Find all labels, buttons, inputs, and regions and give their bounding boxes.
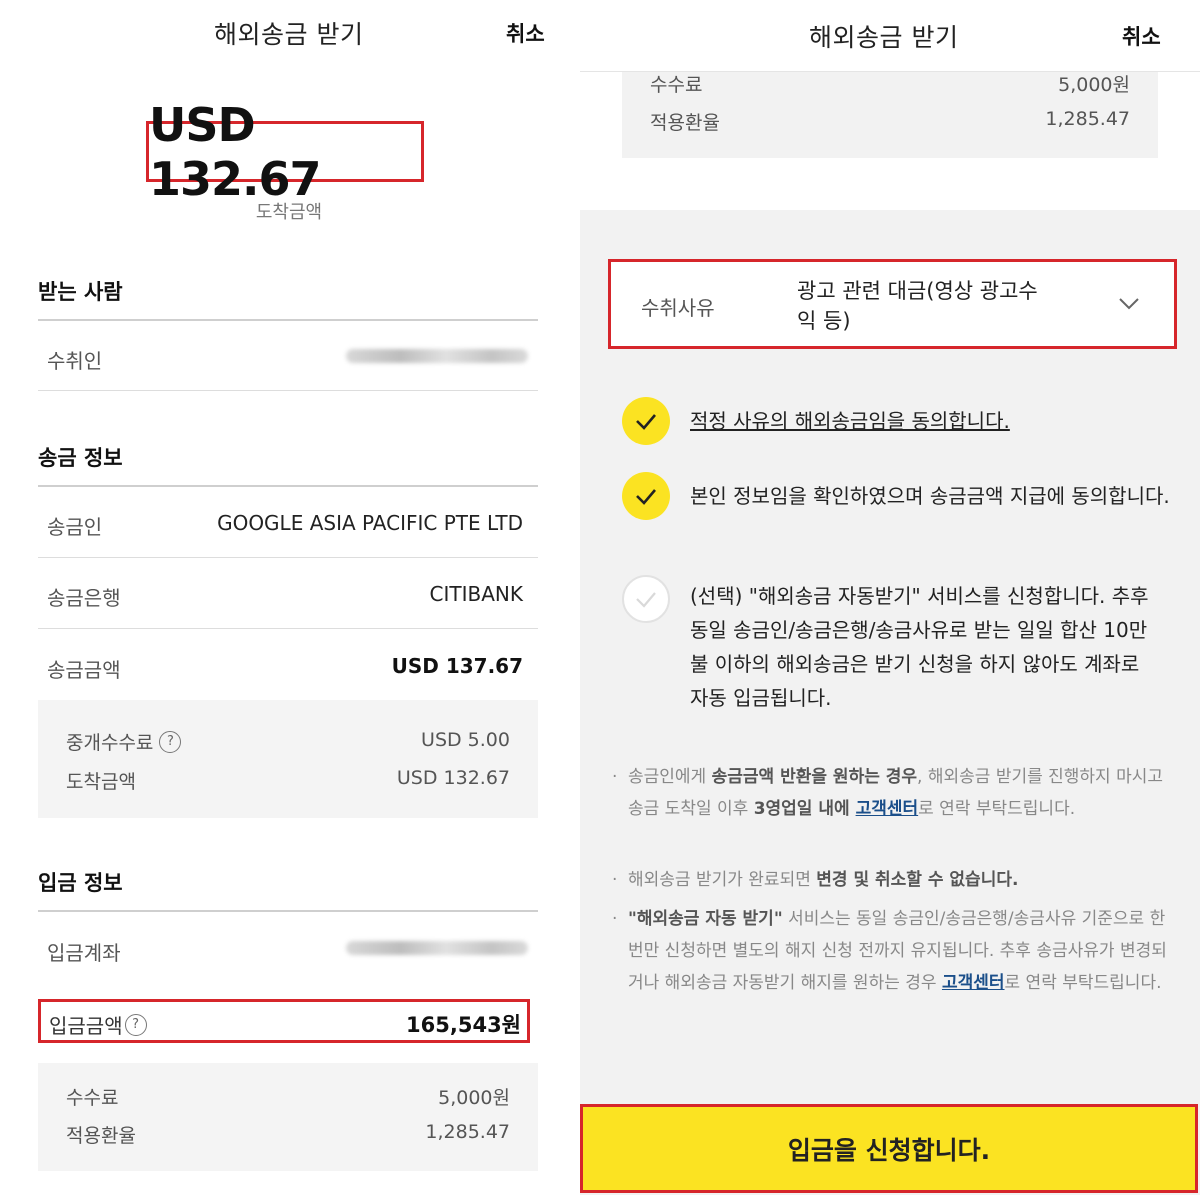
intermediary-fee-label: 중개수수료 ? <box>66 728 182 755</box>
cancel-button[interactable]: 취소 <box>1122 21 1161 51</box>
deposit-amount-highlight: 입금금액 ? 165,543원 <box>38 999 530 1043</box>
divider <box>38 390 538 391</box>
check-icon <box>636 592 656 608</box>
page-title: 해외송금 받기 <box>214 20 364 49</box>
agree-text-1[interactable]: 적정 사유의 해외송금임을 동의합니다. <box>690 404 1170 438</box>
fee-value: 5,000원 <box>438 1087 510 1109</box>
submit-deposit-label: 입금을 신청합니다. <box>787 1135 991 1165</box>
transfer-amount-value: USD 137.67 <box>391 654 523 678</box>
intermediary-fee-value: USD 5.00 <box>421 729 510 751</box>
agree-checkbox-3[interactable] <box>622 575 670 623</box>
payee-label: 수취인 <box>47 349 103 373</box>
receiver-section-title: 받는 사람 <box>38 280 123 304</box>
question-circle-icon[interactable]: ? <box>124 1013 147 1036</box>
agree-checkbox-2[interactable] <box>622 472 670 520</box>
question-circle-icon[interactable]: ? <box>159 730 182 753</box>
fee-value: 5,000원 <box>1058 74 1130 96</box>
deposit-account-blurred <box>346 941 528 955</box>
customer-center-link[interactable]: 고객센터 <box>942 973 1005 993</box>
divider <box>38 910 538 912</box>
sender-label: 송금인 <box>47 515 103 539</box>
payee-name-blurred <box>346 349 528 363</box>
header: 해외송금 받기 취소 <box>580 0 1200 72</box>
arrival-label: 도착금액 <box>66 771 136 793</box>
divider <box>38 485 538 487</box>
sender-value: GOOGLE ASIA PACIFIC PTE LTD <box>217 511 523 535</box>
customer-center-link[interactable]: 고객센터 <box>856 799 919 819</box>
arrival-amount: USD 132.67 <box>149 97 322 206</box>
deposit-amount-value: 165,543원 <box>406 1013 521 1037</box>
chevron-down-icon <box>1119 298 1139 310</box>
page-title: 해외송금 받기 <box>809 23 959 52</box>
cancel-button[interactable]: 취소 <box>506 18 545 48</box>
transfer-amount-label: 송금금액 <box>47 658 121 682</box>
reason-select[interactable]: 수취사유 광고 관련 대금(영상 광고수익 등) <box>608 259 1177 349</box>
deposit-section-title: 입금 정보 <box>38 871 123 895</box>
note-refund: 송금인에게 송금금액 반환을 원하는 경우, 해외송금 받기를 진행하지 마시고… <box>612 761 1172 825</box>
divider <box>38 557 538 558</box>
fee-label: 수수료 <box>650 74 703 96</box>
check-icon <box>636 414 656 430</box>
reason-value: 광고 관련 대금(영상 광고수익 등) <box>797 279 1038 333</box>
check-icon <box>636 489 656 505</box>
exchange-rate-value: 1,285.47 <box>1045 108 1130 130</box>
divider <box>38 628 538 629</box>
reason-label: 수취사유 <box>641 296 715 320</box>
exchange-rate-label: 적용환율 <box>650 112 720 134</box>
note-auto-receive: "해외송금 자동 받기" 서비스는 동일 송금인/송금은행/송금사유 기준으로 … <box>612 903 1172 999</box>
deposit-fee-box: 수수료 5,000원 적용환율 1,285.47 <box>38 1063 538 1171</box>
note-no-cancel: 해외송금 받기가 완료되면 변경 및 취소할 수 없습니다. <box>612 864 1172 896</box>
exchange-rate-label: 적용환율 <box>66 1125 136 1147</box>
arrival-value: USD 132.67 <box>396 767 510 789</box>
agree-checkbox-1[interactable] <box>622 397 670 445</box>
deposit-account-label: 입금계좌 <box>47 941 121 965</box>
divider <box>38 319 538 321</box>
bank-value: CITIBANK <box>429 582 523 606</box>
deposit-amount-label: 입금금액 ? <box>49 1010 147 1039</box>
arrival-amount-highlight: USD 132.67 <box>146 98 424 206</box>
agree-text-2[interactable]: 본인 정보임을 확인하였으며 송금금액 지급에 동의합니다. <box>690 479 1170 513</box>
fee-label: 수수료 <box>66 1087 119 1109</box>
left-screen: 해외송금 받기 취소 USD 132.67 도착금액 받는 사람 수취인 송금 … <box>0 0 578 1195</box>
arrival-amount-label: 도착금액 <box>255 202 323 223</box>
transfer-section-title: 송금 정보 <box>38 446 123 470</box>
agree-text-3[interactable]: (선택) "해외송금 자동받기" 서비스를 신청합니다. 추후 동일 송금인/송… <box>690 579 1160 715</box>
exchange-rate-value: 1,285.47 <box>425 1121 510 1143</box>
right-screen: 수수료 5,000원 적용환율 1,285.47 해외송금 받기 취소 수취사유… <box>580 0 1200 1195</box>
submit-deposit-button[interactable]: 입금을 신청합니다. <box>580 1104 1198 1193</box>
deposit-fee-box: 수수료 5,000원 적용환율 1,285.47 <box>622 60 1158 158</box>
bank-label: 송금은행 <box>47 586 121 610</box>
transfer-fee-box: 중개수수료 ? USD 5.00 도착금액 USD 132.67 <box>38 700 538 818</box>
